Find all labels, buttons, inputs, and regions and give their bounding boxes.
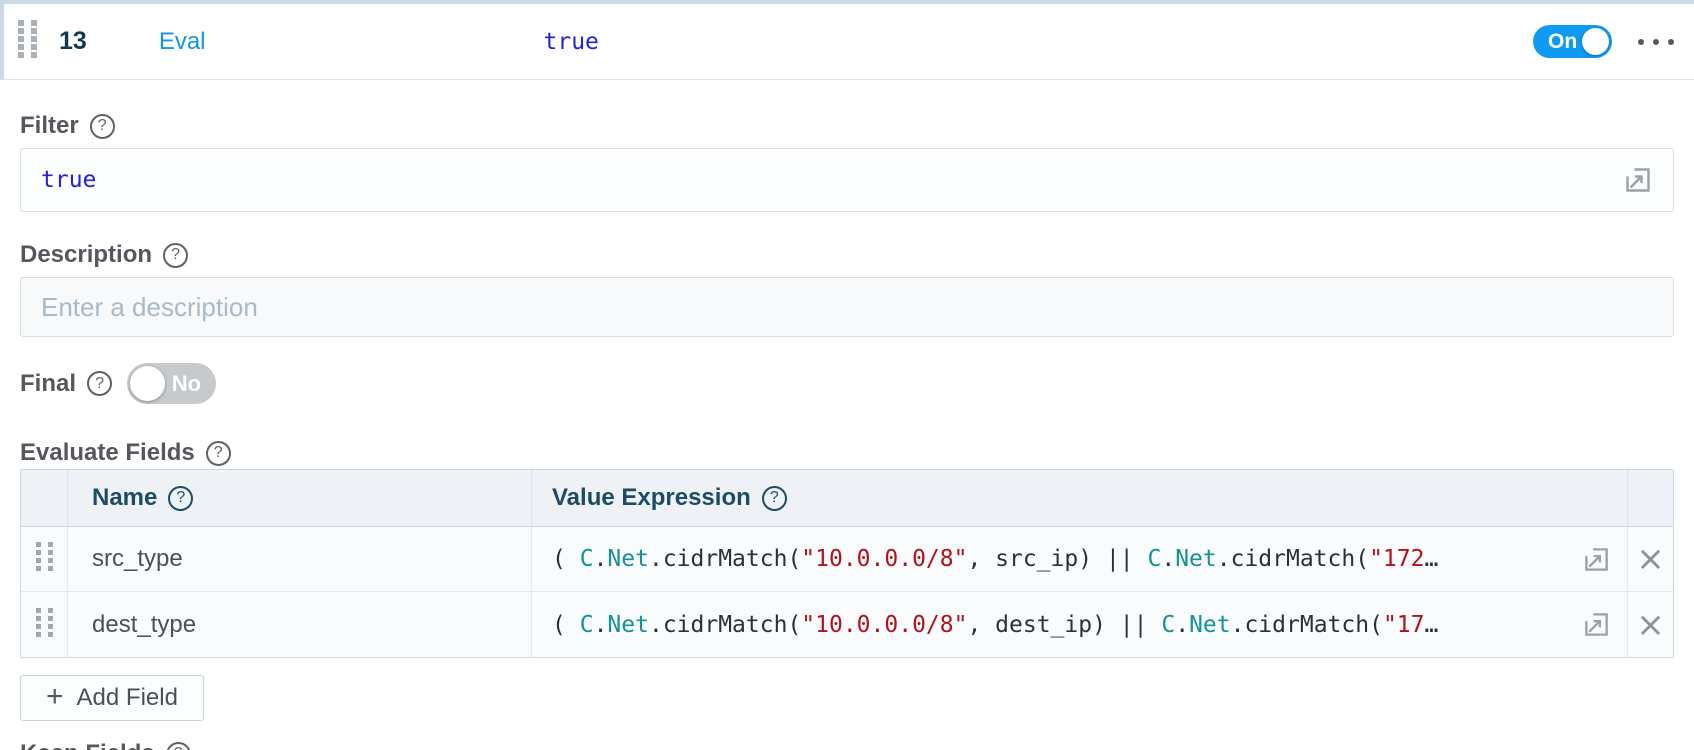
function-name-link[interactable]: Eval — [159, 28, 206, 56]
remove-field-cell: × — [1627, 592, 1673, 657]
function-filter-preview: true — [543, 28, 599, 55]
evaluate-fields-label-text: Evaluate Fields — [20, 439, 195, 466]
remove-field-button[interactable]: × — [1636, 608, 1665, 642]
expand-editor-icon[interactable] — [1582, 610, 1611, 639]
field-name-cell[interactable]: dest_type — [67, 592, 531, 657]
evaluate-fields-table: Name ? Value Expression ? src_type (C.N… — [20, 469, 1674, 658]
table-header-handle-col — [21, 470, 67, 527]
value-expression-cell[interactable]: ( C.Net.cidrMatch("10.0.0.0/8", dest_ip)… — [531, 592, 1627, 657]
final-row: Final ? No — [20, 363, 1674, 404]
drag-handle-icon[interactable] — [35, 607, 53, 642]
eval-function-editor: 13 Eval true On Filter ? true Descriptio… — [0, 0, 1694, 750]
left-edge-strip — [0, 4, 4, 79]
value-header-text: Value Expression — [552, 484, 751, 511]
value-expression-cell[interactable]: ( C.Net.cidrMatch("10.0.0.0/8", src_ip) … — [531, 527, 1627, 592]
value-expression-code[interactable]: ( C.Net.cidrMatch("10.0.0.0/8", src_ip) … — [552, 546, 1438, 572]
description-label-text: Description — [20, 241, 153, 268]
function-body: Filter ? true Description ? Final ? — [0, 113, 1694, 750]
filter-input[interactable]: true — [20, 148, 1674, 212]
expand-editor-icon[interactable] — [1582, 545, 1611, 574]
name-header-text: Name — [92, 484, 158, 511]
final-label-text: Final — [20, 369, 77, 397]
row-handle-cell — [21, 592, 67, 657]
function-header-row: 13 Eval true On — [0, 4, 1694, 80]
field-name-value[interactable]: src_type — [92, 545, 183, 573]
help-icon[interactable]: ? — [168, 485, 194, 511]
description-label: Description ? — [20, 242, 1674, 268]
filter-code-value[interactable]: true — [41, 167, 96, 193]
table-header-value-expression: Value Expression ? — [531, 470, 1627, 527]
drag-handle-icon[interactable] — [35, 542, 53, 576]
final-toggle[interactable]: No — [127, 363, 217, 404]
description-input[interactable] — [20, 277, 1674, 337]
toggle-on-label: On — [1548, 29, 1578, 53]
help-icon[interactable]: ? — [165, 741, 191, 750]
keep-fields-label-text: Keep Fields — [20, 741, 155, 750]
value-expression-code[interactable]: ( C.Net.cidrMatch("10.0.0.0/8", dest_ip)… — [552, 612, 1438, 638]
help-icon[interactable]: ? — [205, 440, 231, 466]
field-name-value[interactable]: dest_type — [92, 611, 196, 639]
plus-icon: + — [46, 680, 64, 713]
function-on-toggle[interactable]: On — [1533, 25, 1612, 58]
ellipsis-menu-icon[interactable] — [1636, 33, 1676, 51]
expand-editor-icon[interactable] — [1623, 165, 1653, 195]
toggle-knob — [130, 366, 166, 401]
final-toggle-label: No — [171, 370, 202, 396]
help-icon[interactable]: ? — [163, 242, 189, 268]
help-icon[interactable]: ? — [761, 485, 787, 511]
help-icon[interactable]: ? — [87, 371, 113, 396]
function-index: 13 — [59, 27, 87, 55]
drag-handle-icon[interactable] — [18, 20, 37, 63]
remove-field-button[interactable]: × — [1636, 542, 1665, 576]
field-name-cell[interactable]: src_type — [67, 527, 531, 592]
keep-fields-label: Keep Fields ? — [20, 741, 1674, 750]
remove-field-cell: × — [1627, 527, 1673, 592]
filter-label-text: Filter — [20, 112, 79, 139]
filter-label: Filter ? — [20, 113, 1674, 139]
help-icon[interactable]: ? — [89, 113, 115, 139]
add-field-button[interactable]: + Add Field — [20, 675, 204, 721]
add-field-label: Add Field — [76, 684, 178, 711]
toggle-knob — [1582, 28, 1609, 55]
table-header-remove-col — [1627, 470, 1673, 527]
final-label: Final ? — [20, 369, 113, 397]
table-header-name: Name ? — [67, 470, 531, 527]
evaluate-fields-label: Evaluate Fields ? — [20, 440, 1674, 466]
row-handle-cell — [21, 527, 67, 592]
